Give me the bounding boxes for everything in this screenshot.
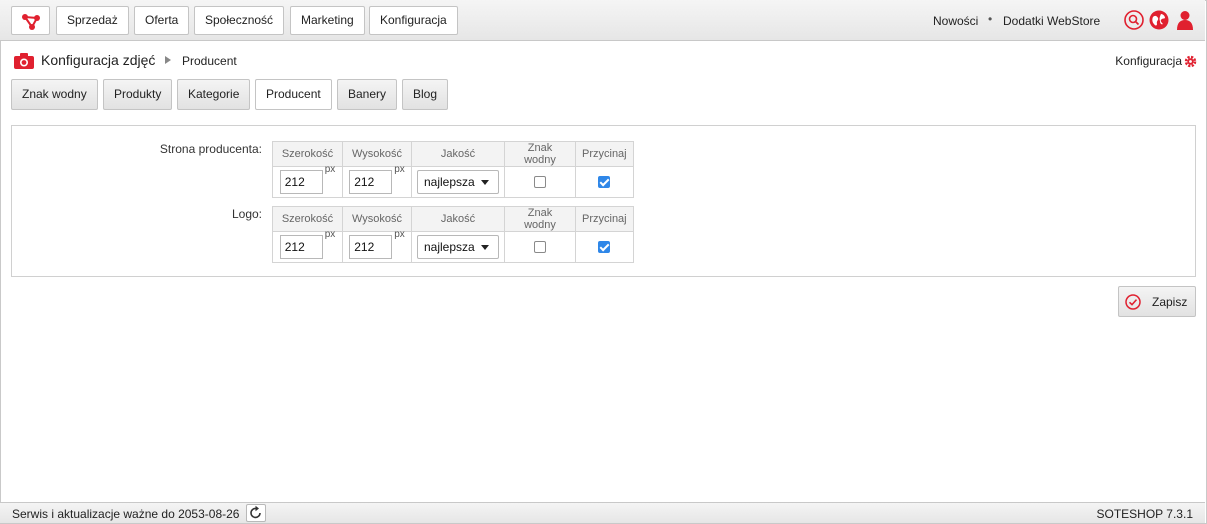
version-label: SOTESHOP 7.3.1 (1096, 507, 1194, 521)
breadcrumb-current: Producent (182, 54, 237, 68)
row-label: Logo: (231, 207, 262, 221)
breadcrumb-arrow-icon (165, 56, 171, 64)
camera-icon (14, 53, 34, 69)
tab-watermark[interactable]: Znak wodny (11, 79, 98, 110)
column-header: Wysokość (342, 141, 412, 167)
unit-label: px (324, 229, 336, 240)
tab-blog[interactable]: Blog (402, 79, 449, 110)
gear-icon (1185, 55, 1197, 68)
column-header: Jakość (411, 206, 505, 232)
tab-producer[interactable]: Producent (255, 79, 332, 110)
home-logo-button[interactable] (11, 6, 50, 35)
column-header: Jakość (411, 141, 505, 167)
column-header: Szerokość (272, 206, 343, 232)
logo-icon (22, 14, 40, 30)
chevron-down-icon (481, 245, 489, 250)
column-header: Szerokość (272, 141, 343, 167)
search-icon[interactable] (1124, 10, 1144, 30)
watermark-checkbox[interactable] (534, 241, 546, 254)
nav-offer-button[interactable]: Oferta (134, 6, 190, 35)
service-expiry-text: Serwis i aktualizacje ważne do 2053-08-2… (12, 507, 240, 521)
unit-label: px (324, 164, 336, 175)
quality-select[interactable]: najlepsza (417, 235, 499, 259)
height-input[interactable]: 212 (349, 235, 393, 259)
width-input[interactable]: 212 (279, 170, 323, 194)
configuration-link-label: Konfiguracja (1115, 54, 1182, 68)
nav-configuration-button[interactable]: Konfiguracja (369, 6, 458, 35)
tab-banners[interactable]: Banery (337, 79, 398, 110)
status-footer: Serwis i aktualizacje ważne do 2053-08-2… (0, 502, 1205, 523)
width-input[interactable]: 212 (279, 235, 323, 259)
refresh-button[interactable] (246, 504, 266, 522)
unit-label: px (394, 164, 405, 175)
save-button-label: Zapisz (1152, 295, 1188, 309)
column-header: Znak wodny (504, 206, 576, 232)
configuration-link[interactable]: Konfiguracja (1115, 54, 1197, 68)
news-link[interactable]: Nowości (933, 14, 978, 28)
globe-icon[interactable] (1149, 10, 1169, 30)
quality-value: najlepsza (424, 175, 475, 189)
top-links-separator: • (988, 12, 993, 26)
crop-checkbox[interactable] (598, 176, 611, 189)
save-button[interactable]: Zapisz (1118, 286, 1196, 317)
crop-checkbox[interactable] (598, 241, 611, 254)
nav-marketing-button[interactable]: Marketing (290, 6, 365, 35)
watermark-checkbox[interactable] (534, 176, 546, 189)
column-header: Znak wodny (504, 141, 576, 167)
check-circle-icon (1125, 294, 1141, 310)
height-input[interactable]: 212 (349, 170, 393, 194)
quality-value: najlepsza (424, 240, 475, 254)
tab-products[interactable]: Produkty (103, 79, 173, 110)
image-settings-panel: Strona producenta: Szerokość Wysokość Ja… (11, 125, 1196, 277)
user-icon[interactable] (1175, 10, 1195, 30)
nav-sales-button[interactable]: Sprzedaż (56, 6, 129, 35)
column-header: Wysokość (342, 206, 412, 232)
logo-settings-table: Szerokość Wysokość Jakość Znak wodny Prz… (272, 206, 634, 263)
quality-select[interactable]: najlepsza (417, 170, 499, 194)
row-label: Strona producenta: (159, 142, 262, 156)
nav-community-button[interactable]: Społeczność (194, 6, 285, 35)
page-title: Konfiguracja zdjęć (41, 52, 156, 68)
chevron-down-icon (481, 180, 489, 185)
producer-page-settings-table: Szerokość Wysokość Jakość Znak wodny Prz… (272, 141, 634, 198)
refresh-icon (250, 505, 261, 519)
top-navigation-bar: Sprzedaż Oferta Społeczność Marketing Ko… (0, 0, 1205, 41)
tab-categories[interactable]: Kategorie (177, 79, 251, 110)
unit-label: px (394, 229, 405, 240)
column-header: Przycinaj (575, 206, 634, 232)
column-header: Przycinaj (575, 141, 634, 167)
webstore-addons-link[interactable]: Dodatki WebStore (1003, 14, 1100, 28)
